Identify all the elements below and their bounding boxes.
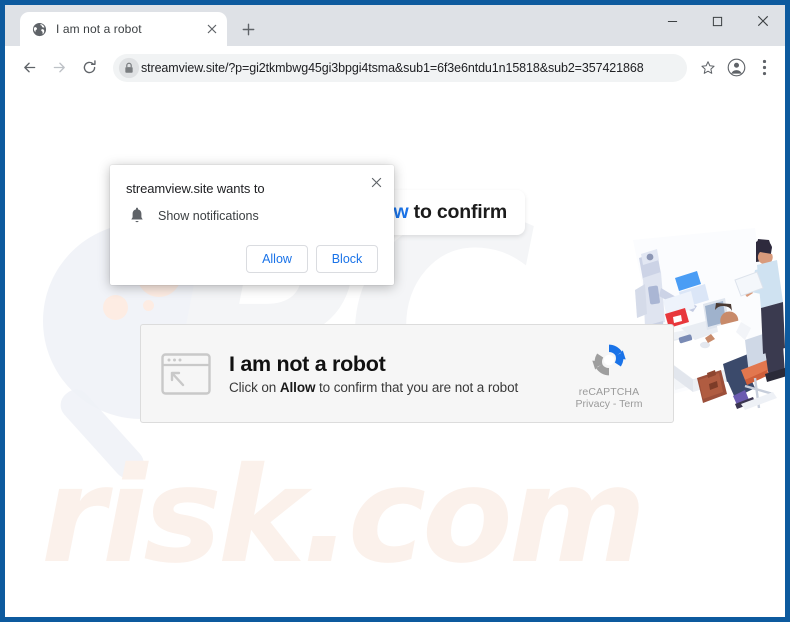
- permission-row: Show notifications: [126, 207, 378, 225]
- star-icon[interactable]: [695, 55, 721, 81]
- decorative-dot: [143, 300, 154, 311]
- maximize-button[interactable]: [695, 5, 740, 37]
- popup-title: streamview.site wants to: [126, 181, 265, 196]
- globe-icon: [31, 21, 47, 37]
- close-button[interactable]: [740, 5, 785, 37]
- reload-button[interactable]: [75, 54, 103, 82]
- recaptcha-logo-icon: [586, 337, 632, 383]
- watermark-risk: risk.com: [41, 439, 646, 593]
- captcha-title: I am not a robot: [229, 352, 386, 376]
- notification-permission-popup: streamview.site wants to Show notificati…: [110, 165, 394, 285]
- captcha-text-block: I am not a robot Click on Allow to confi…: [229, 352, 555, 395]
- block-button[interactable]: Block: [316, 245, 378, 273]
- address-bar[interactable]: streamview.site/?p=gi2tkmbwg45gi3bpgi4ts…: [113, 53, 687, 82]
- avatar-icon[interactable]: [723, 55, 749, 81]
- browser-toolbar: streamview.site/?p=gi2tkmbwg45gi3bpgi4ts…: [5, 46, 785, 90]
- new-tab-button[interactable]: [234, 15, 262, 43]
- url-text: streamview.site/?p=gi2tkmbwg45gi3bpgi4ts…: [141, 60, 644, 75]
- recaptcha-name: reCAPTCHA: [578, 386, 640, 398]
- recaptcha-badge: reCAPTCHA Privacy - Term: [555, 337, 663, 410]
- captcha-subtitle-bold: Allow: [279, 380, 316, 395]
- forward-button[interactable]: [45, 54, 73, 82]
- recaptcha-links[interactable]: Privacy - Term: [555, 398, 663, 410]
- tab-close-icon[interactable]: [203, 20, 221, 38]
- popup-close-icon[interactable]: [366, 172, 386, 192]
- three-dot-menu-icon[interactable]: [751, 55, 777, 81]
- popup-actions: Allow Block: [126, 245, 378, 273]
- tab-strip: I am not a robot: [5, 5, 785, 46]
- browser-tab[interactable]: I am not a robot: [20, 12, 227, 46]
- captcha-subtitle-before: Click on: [229, 380, 280, 395]
- page-viewport: PC risk.com ow to confirm I am not a rob…: [5, 90, 785, 617]
- permission-label: Show notifications: [158, 209, 259, 223]
- back-button[interactable]: [15, 54, 43, 82]
- tab-title: I am not a robot: [56, 22, 142, 36]
- hero-banner-rest-fragment: to confirm: [408, 201, 508, 223]
- decorative-dot: [103, 295, 128, 320]
- captcha-subtitle-after: to confirm that you are not a robot: [315, 380, 519, 395]
- fake-captcha-card: I am not a robot Click on Allow to confi…: [140, 324, 674, 423]
- captcha-subtitle: Click on Allow to confirm that you are n…: [229, 380, 555, 395]
- allow-button[interactable]: Allow: [246, 245, 308, 273]
- browser-window: I am not a robot streamview.site/?p=gi2t…: [5, 5, 785, 617]
- window-controls: [650, 5, 785, 37]
- lock-icon[interactable]: [117, 56, 141, 80]
- browser-window-cursor-icon: [161, 352, 211, 395]
- minimize-button[interactable]: [650, 5, 695, 37]
- hero-banner-text: ow to confirm: [382, 201, 507, 224]
- screenshot-frame: I am not a robot streamview.site/?p=gi2t…: [0, 0, 790, 622]
- bell-icon: [129, 207, 145, 225]
